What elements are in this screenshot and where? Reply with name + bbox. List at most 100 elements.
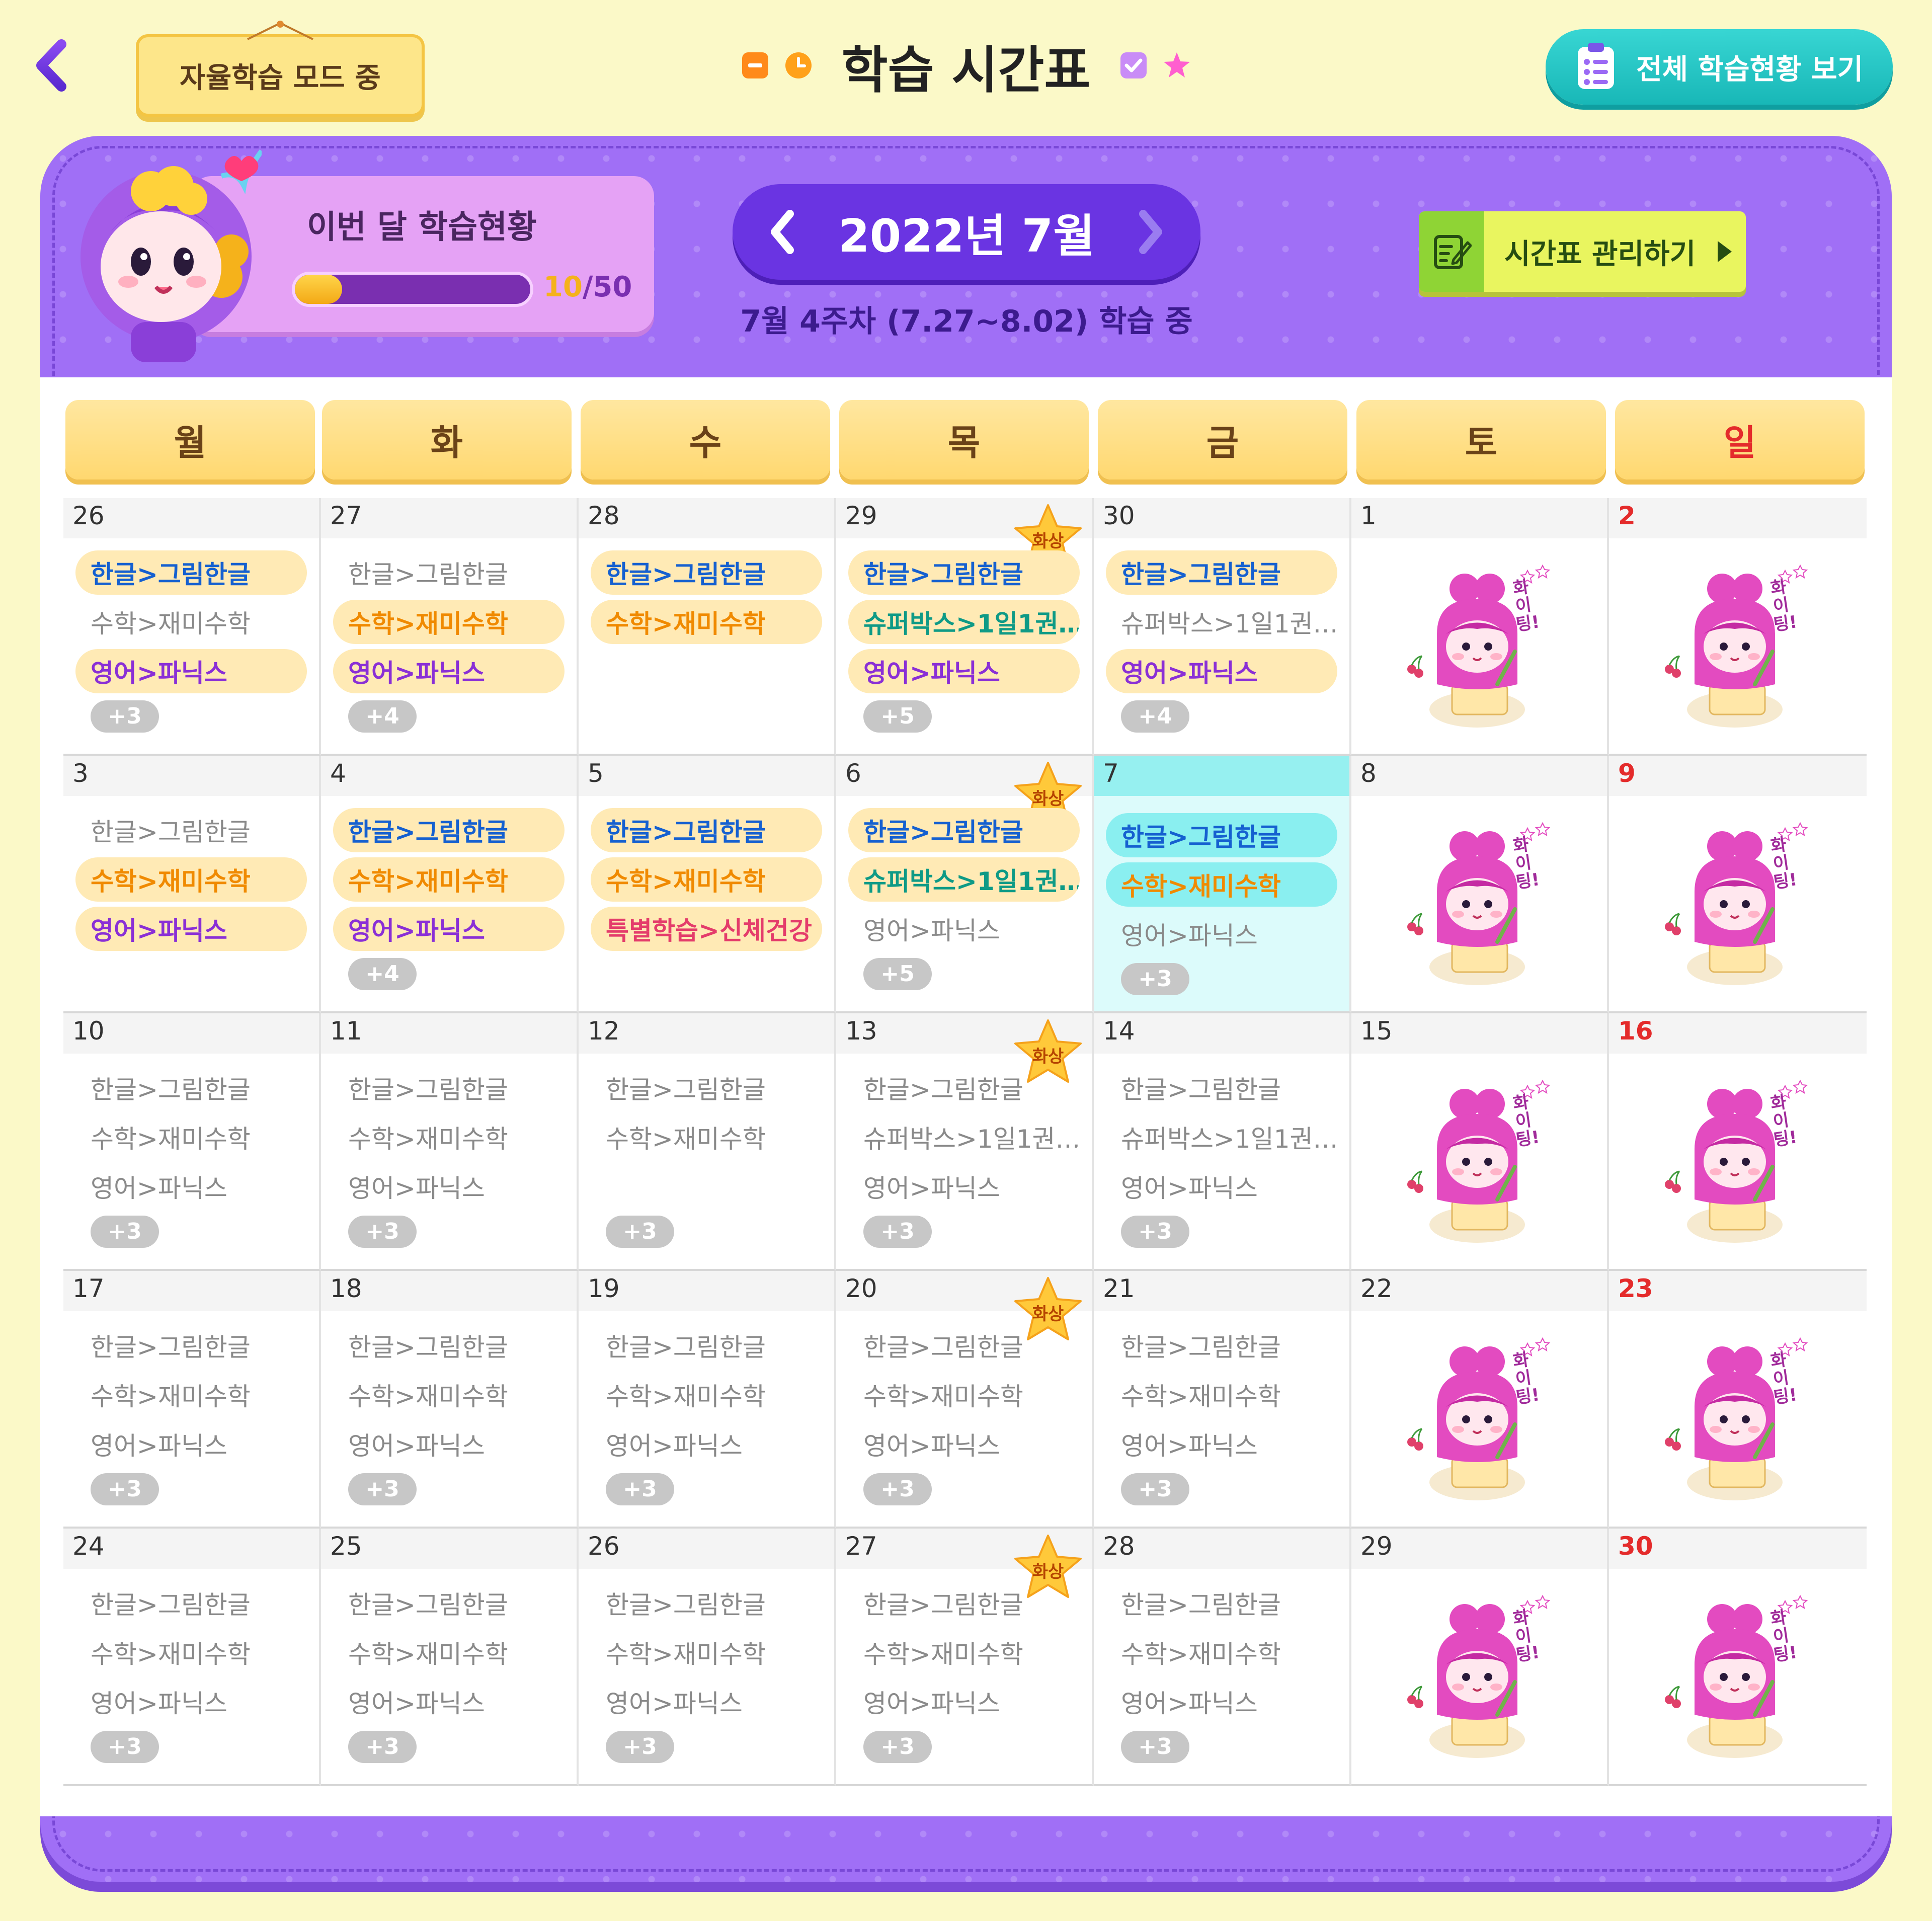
overview-button[interactable]: 전체 학습현황 보기 (1546, 29, 1893, 105)
calendar-day-cell[interactable]: 15 화이팅! (1351, 1013, 1609, 1271)
lesson-item[interactable]: 한글>그림한글 (75, 1066, 307, 1110)
lesson-item[interactable]: 영어>파닉스 (75, 649, 307, 693)
lesson-item[interactable]: 영어>파닉스 (1106, 649, 1337, 693)
more-lessons-badge[interactable]: +3 (91, 1473, 159, 1505)
lesson-item[interactable]: 영어>파닉스 (848, 1679, 1080, 1724)
calendar-day-cell[interactable]: 30 화이팅! (1609, 1529, 1867, 1786)
lesson-item[interactable]: 한글>그림한글 (591, 808, 822, 852)
lesson-item[interactable]: 수학>재미수학 (591, 857, 822, 902)
lesson-item[interactable]: 한글>그림한글 (1106, 813, 1337, 857)
more-lessons-badge[interactable]: +3 (606, 1216, 674, 1248)
lesson-item[interactable]: 수학>재미수학 (591, 1373, 822, 1417)
lesson-item[interactable]: 수학>재미수학 (848, 1630, 1080, 1674)
lesson-item[interactable]: 수학>재미수학 (333, 857, 565, 902)
more-lessons-badge[interactable]: +3 (1121, 1473, 1189, 1505)
more-lessons-badge[interactable]: +3 (863, 1731, 932, 1763)
manage-timetable-button[interactable]: 시간표 관리하기 (1419, 211, 1746, 292)
lesson-item[interactable]: 영어>파닉스 (75, 1422, 307, 1466)
calendar-day-cell[interactable]: 5 한글>그림한글 수학>재미수학 특별학습>신체건강 (579, 756, 836, 1013)
lesson-item[interactable]: 수학>재미수학 (848, 1373, 1080, 1417)
calendar-day-cell[interactable]: 26 한글>그림한글 수학>재미수학 영어>파닉스 +3 (63, 498, 321, 756)
lesson-item[interactable]: 한글>그림한글 (333, 1323, 565, 1368)
calendar-day-cell[interactable]: 2 화이팅! (1609, 498, 1867, 756)
more-lessons-badge[interactable]: +3 (91, 700, 159, 733)
lesson-item[interactable]: 수학>재미수학 (75, 1115, 307, 1159)
calendar-day-cell[interactable]: 20 화상 한글>그림한글 수학>재미수학 영어>파닉스 +3 (836, 1271, 1094, 1529)
lesson-item[interactable]: 슈퍼박스>1일1권… (848, 857, 1080, 902)
calendar-day-cell[interactable]: 11 한글>그림한글 수학>재미수학 영어>파닉스 +3 (321, 1013, 579, 1271)
lesson-item[interactable]: 영어>파닉스 (333, 1164, 565, 1209)
lesson-item[interactable]: 영어>파닉스 (75, 1679, 307, 1724)
calendar-day-cell[interactable]: 3 한글>그림한글 수학>재미수학 영어>파닉스 (63, 756, 321, 1013)
lesson-item[interactable]: 영어>파닉스 (848, 907, 1080, 951)
more-lessons-badge[interactable]: +3 (348, 1473, 417, 1505)
more-lessons-badge[interactable]: +4 (348, 700, 417, 733)
next-month-icon[interactable] (1135, 207, 1165, 257)
more-lessons-badge[interactable]: +4 (1121, 700, 1189, 733)
lesson-item[interactable]: 슈퍼박스>1일1권… (848, 600, 1080, 644)
lesson-item[interactable]: 한글>그림한글 (848, 808, 1080, 852)
more-lessons-badge[interactable]: +3 (91, 1731, 159, 1763)
calendar-day-cell[interactable]: 30 한글>그림한글 슈퍼박스>1일1권… 영어>파닉스 +4 (1094, 498, 1351, 756)
lesson-item[interactable]: 수학>재미수학 (591, 600, 822, 644)
lesson-item[interactable]: 수학>재미수학 (591, 1115, 822, 1159)
prev-month-icon[interactable] (768, 207, 798, 257)
lesson-item[interactable]: 수학>재미수학 (75, 1373, 307, 1417)
lesson-item[interactable]: 수학>재미수학 (591, 1630, 822, 1674)
lesson-item[interactable]: 영어>파닉스 (333, 1679, 565, 1724)
lesson-item[interactable]: 한글>그림한글 (333, 1581, 565, 1625)
more-lessons-badge[interactable]: +4 (348, 958, 417, 990)
lesson-item[interactable]: 슈퍼박스>1일1권… (848, 1115, 1080, 1159)
calendar-day-cell[interactable]: 4 한글>그림한글 수학>재미수학 영어>파닉스 +4 (321, 756, 579, 1013)
more-lessons-badge[interactable]: +3 (863, 1473, 932, 1505)
lesson-item[interactable]: 영어>파닉스 (848, 1422, 1080, 1466)
lesson-item[interactable]: 한글>그림한글 (591, 1581, 822, 1625)
lesson-item[interactable]: 특별학습>신체건강 (591, 907, 822, 951)
calendar-day-cell[interactable]: 22 화이팅! (1351, 1271, 1609, 1529)
calendar-day-cell[interactable]: 19 한글>그림한글 수학>재미수학 영어>파닉스 +3 (579, 1271, 836, 1529)
lesson-item[interactable]: 한글>그림한글 (333, 1066, 565, 1110)
calendar-day-cell[interactable]: 26 한글>그림한글 수학>재미수학 영어>파닉스 +3 (579, 1529, 836, 1786)
lesson-item[interactable]: 수학>재미수학 (333, 1630, 565, 1674)
more-lessons-badge[interactable]: +3 (348, 1731, 417, 1763)
calendar-day-cell[interactable]: 28 한글>그림한글 수학>재미수학 (579, 498, 836, 756)
calendar-day-cell[interactable]: 9 화이팅! (1609, 756, 1867, 1013)
lesson-item[interactable]: 영어>파닉스 (333, 1422, 565, 1466)
more-lessons-badge[interactable]: +3 (1121, 963, 1189, 995)
lesson-item[interactable]: 영어>파닉스 (848, 649, 1080, 693)
lesson-item[interactable]: 영어>파닉스 (848, 1164, 1080, 1209)
more-lessons-badge[interactable]: +3 (91, 1216, 159, 1248)
calendar-day-cell[interactable]: 8 화이팅! (1351, 756, 1609, 1013)
calendar-day-cell[interactable]: 21 한글>그림한글 수학>재미수학 영어>파닉스 +3 (1094, 1271, 1351, 1529)
more-lessons-badge[interactable]: +3 (1121, 1216, 1189, 1248)
lesson-item[interactable]: 수학>재미수학 (333, 600, 565, 644)
calendar-day-cell[interactable]: 24 한글>그림한글 수학>재미수학 영어>파닉스 +3 (63, 1529, 321, 1786)
calendar-day-cell[interactable]: 7 한글>그림한글 수학>재미수학 영어>파닉스 +3 (1094, 756, 1351, 1013)
lesson-item[interactable]: 수학>재미수학 (1106, 1630, 1337, 1674)
calendar-day-cell[interactable]: 14 한글>그림한글 슈퍼박스>1일1권… 영어>파닉스 +3 (1094, 1013, 1351, 1271)
more-lessons-badge[interactable]: +3 (1121, 1731, 1189, 1763)
calendar-day-cell[interactable]: 17 한글>그림한글 수학>재미수학 영어>파닉스 +3 (63, 1271, 321, 1529)
lesson-item[interactable]: 수학>재미수학 (75, 857, 307, 902)
lesson-item[interactable]: 영어>파닉스 (75, 1164, 307, 1209)
calendar-day-cell[interactable]: 13 화상 한글>그림한글 슈퍼박스>1일1권… 영어>파닉스 +3 (836, 1013, 1094, 1271)
lesson-item[interactable]: 영어>파닉스 (1106, 912, 1337, 956)
lesson-item[interactable]: 수학>재미수학 (75, 1630, 307, 1674)
lesson-item[interactable]: 한글>그림한글 (75, 1581, 307, 1625)
more-lessons-badge[interactable]: +3 (863, 1216, 932, 1248)
calendar-day-cell[interactable]: 23 화이팅! (1609, 1271, 1867, 1529)
lesson-item[interactable]: 수학>재미수학 (333, 1373, 565, 1417)
more-lessons-badge[interactable]: +3 (348, 1216, 417, 1248)
calendar-day-cell[interactable]: 6 화상 한글>그림한글 슈퍼박스>1일1권… 영어>파닉스 +5 (836, 756, 1094, 1013)
calendar-day-cell[interactable]: 28 한글>그림한글 수학>재미수학 영어>파닉스 +3 (1094, 1529, 1351, 1786)
calendar-day-cell[interactable]: 12 한글>그림한글 수학>재미수학 +3 (579, 1013, 836, 1271)
lesson-item[interactable]: 한글>그림한글 (848, 1581, 1080, 1625)
lesson-item[interactable]: 한글>그림한글 (333, 808, 565, 852)
calendar-day-cell[interactable]: 27 화상 한글>그림한글 수학>재미수학 영어>파닉스 +3 (836, 1529, 1094, 1786)
lesson-item[interactable]: 한글>그림한글 (1106, 550, 1337, 595)
lesson-item[interactable]: 한글>그림한글 (848, 1066, 1080, 1110)
lesson-item[interactable]: 한글>그림한글 (75, 550, 307, 595)
lesson-item[interactable]: 한글>그림한글 (848, 1323, 1080, 1368)
lesson-item[interactable]: 영어>파닉스 (591, 1422, 822, 1466)
lesson-item[interactable]: 영어>파닉스 (1106, 1422, 1337, 1466)
